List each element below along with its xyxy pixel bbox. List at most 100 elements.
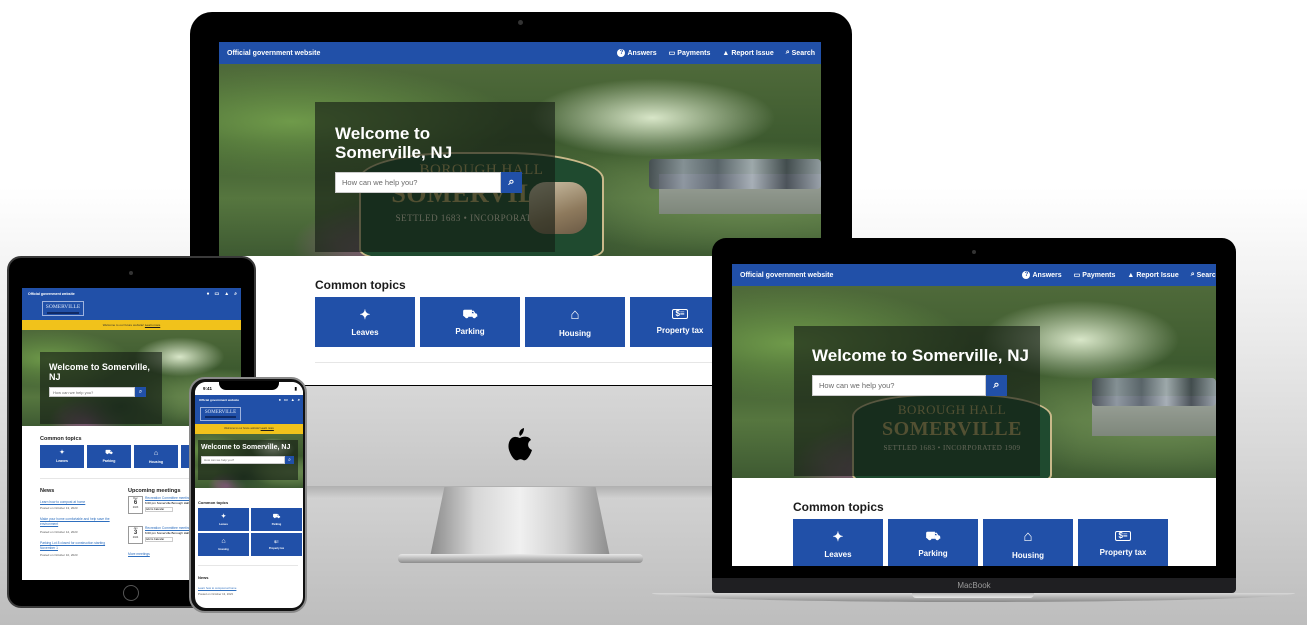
question-circle-icon[interactable]: ● [206, 291, 209, 297]
credit-card-icon[interactable]: ▭ [284, 397, 288, 402]
topic-housing[interactable]: ⌂ Housing [198, 533, 249, 556]
somerville-logo[interactable]: SOMERVILLE [42, 301, 84, 316]
hero-search-button[interactable]: ⌕ [285, 455, 294, 464]
hero-search-button[interactable]: ⌕ [986, 375, 1007, 397]
hero-search-input[interactable]: How can we help you? [335, 172, 501, 194]
news-item-link[interactable]: Learn how to compost at home [40, 500, 120, 504]
topic-housing[interactable]: ⌂ Housing [525, 297, 625, 347]
hero-search: How can we help you? ⌕ [335, 172, 555, 194]
bill-icon: $≡ [1115, 531, 1131, 541]
maple-leaf-icon: ✦ [832, 528, 844, 544]
credit-card-icon[interactable]: ▭ [215, 291, 220, 297]
hero-search: How can we help you? ⌕ [201, 455, 298, 464]
search-icon[interactable]: ⌕ [234, 291, 237, 297]
nav-search-link[interactable]: ⌕Search [786, 49, 815, 57]
nav-payments-link[interactable]: ▭ Payments [669, 49, 711, 58]
nav-search-link[interactable]: ⌕Search [1191, 271, 1216, 279]
hero-title: Welcome to Somerville, NJ [49, 362, 150, 383]
hero-search-button[interactable]: ⌕ [135, 387, 146, 398]
hero-overlay: Welcome to Somerville, NJ How can we hel… [198, 440, 298, 480]
bill-icon: $≡ [672, 309, 688, 319]
topic-leaves[interactable]: ✦ Leaves [793, 519, 883, 566]
topic-parking[interactable]: ⛟ Parking [87, 445, 131, 468]
topic-property-tax-label: Property tax [1099, 548, 1147, 557]
topic-leaves-label: Leaves [56, 459, 68, 463]
topic-leaves-label: Leaves [219, 522, 228, 526]
macbook-screen-website: Official government website ? Answers ▭ Pa… [732, 264, 1216, 566]
news-item-meta: Posted on October 13, 2023 [40, 506, 78, 510]
warning-icon[interactable]: ▲ [291, 397, 295, 402]
search-icon[interactable]: ⌕ [298, 397, 300, 402]
nav-report-issue-label: Report Issue [1136, 271, 1179, 279]
news-item-link[interactable]: Parking Lot 8 closed for construction st… [40, 541, 120, 552]
section-divider [315, 362, 715, 363]
nav-answers-link[interactable]: ? Answers [617, 49, 657, 57]
somerville-logo[interactable]: SOMERVILLE [200, 407, 241, 421]
topic-parking[interactable]: ⛟ Parking [420, 297, 520, 347]
hero-search-input[interactable]: How can we help you? [49, 387, 135, 398]
news-item-meta: Posted on October 10, 2023 [40, 553, 78, 558]
warning-icon[interactable]: ▲ [224, 291, 229, 297]
hero-search-input[interactable]: How can we help you? [812, 375, 986, 397]
topics-grid: ✦ Leaves ⛟ Parking ⌂ Housing $≡ Property tax [793, 519, 1216, 566]
car-icon: ⛟ [462, 307, 478, 321]
topic-housing[interactable]: ⌂ Housing [134, 445, 178, 468]
nav-payments-label: Payments [677, 49, 711, 57]
hero-section: Welcome to Somerville, NJ How can we hel… [195, 434, 303, 488]
gov-banner-text: Official government website [199, 397, 240, 402]
add-to-calendar-button[interactable]: Add to Calendar [145, 507, 173, 513]
news-item-link[interactable]: Learn how to compost at home [198, 586, 303, 590]
alert-banner-text: Welcome to our future website! [224, 427, 260, 430]
house-icon: ⌂ [1023, 527, 1033, 545]
credit-card-icon: ▭ [1073, 272, 1081, 279]
search-icon: ⌕ [785, 49, 790, 56]
hero-search: How can we help you? ⌕ [49, 387, 162, 398]
question-circle-icon[interactable]: ● [279, 397, 281, 402]
topic-leaves[interactable]: ✦ Leaves [40, 445, 84, 468]
topic-property-tax-label: Property tax [268, 546, 285, 550]
topic-property-tax[interactable]: $≡ Property tax [1078, 519, 1168, 566]
topic-housing[interactable]: ⌂ Housing [983, 519, 1073, 566]
alert-learn-more-link[interactable]: Learn more [261, 427, 274, 430]
alert-learn-more-link[interactable]: Learn more [145, 323, 160, 327]
hero-search-button[interactable]: ⌕ [501, 172, 522, 194]
common-topics-title: Common topics [793, 500, 884, 514]
gov-banner-text: Official government website [28, 291, 75, 296]
nav-answers-link[interactable]: ? Answers [1022, 271, 1062, 279]
car-icon: ⛟ [105, 450, 113, 456]
utility-nav: ?Answers ▭Payments ▲Report Issue ⌕Search [617, 49, 815, 57]
news-column: News Learn how to compost at home Posted… [40, 488, 120, 557]
apple-logo-icon [508, 428, 532, 461]
add-to-calendar-button[interactable]: Add to Calendar [145, 537, 173, 543]
utility-nav: ?Answers ▭Payments ▲Report Issue ⌕Search [1022, 271, 1216, 279]
news-item-link[interactable]: Make your home comfortable and help save… [40, 517, 120, 528]
hero-section: BOROUGH HALL SOMERVILLE SETTLED 1683 • I… [732, 286, 1216, 478]
topic-parking[interactable]: ⛟ Parking [888, 519, 978, 566]
iphone-screen-website: 9:41 ▮ Official government website ● ▭ ▲… [195, 382, 303, 608]
nav-payments-link[interactable]: ▭ Payments [1073, 271, 1116, 280]
hero-title-line-2: Somerville, NJ [335, 143, 453, 163]
gov-banner-text: Official government website [740, 271, 834, 279]
common-topics-title: Common topics [198, 500, 229, 505]
status-time: 9:41 [203, 386, 213, 391]
topic-leaves[interactable]: ✦ Leaves [315, 297, 415, 347]
topic-property-tax[interactable]: $≡ Property tax [251, 533, 302, 556]
nav-report-issue-link[interactable]: ▲ Report Issue [1127, 272, 1178, 279]
logo-stripe [47, 312, 79, 314]
topic-parking-label: Parking [271, 522, 282, 526]
house-icon: ⌂ [153, 449, 159, 457]
logo-header: SOMERVILLE [195, 404, 303, 424]
hero-search-input[interactable]: How can we help you? [201, 455, 285, 464]
imac-camera [518, 20, 523, 25]
topic-leaves[interactable]: ✦ Leaves [198, 508, 249, 531]
topic-parking[interactable]: ⛟ Parking [251, 508, 302, 531]
hero-title: Welcome to Somerville, NJ [335, 124, 555, 162]
nav-report-issue-link[interactable]: ▲ Report Issue [722, 50, 773, 57]
news-item-meta: Posted on October 12, 2023 [40, 529, 78, 534]
topic-leaves-label: Leaves [351, 327, 379, 337]
nav-answers-label: Answers [627, 49, 657, 57]
topic-parking-label: Parking [918, 549, 948, 558]
news-item-meta: Posted on October 13, 2023 [198, 592, 233, 596]
imac-stand-foot [398, 554, 643, 563]
maple-leaf-icon: ✦ [59, 450, 65, 456]
